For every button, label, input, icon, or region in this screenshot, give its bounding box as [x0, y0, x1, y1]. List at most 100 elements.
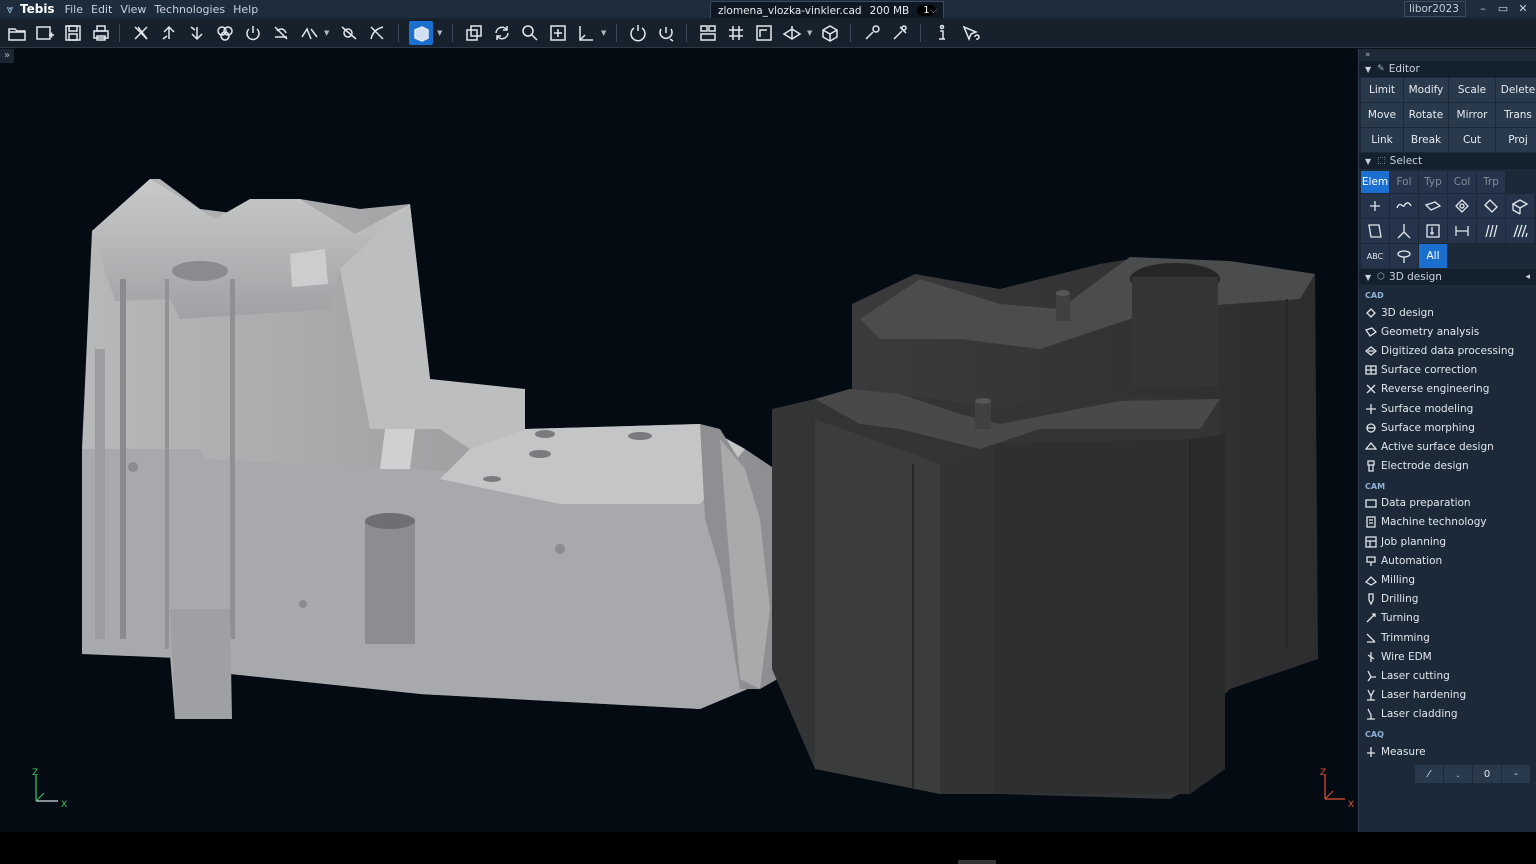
open-file-icon[interactable]	[5, 21, 29, 45]
power-icon[interactable]	[241, 21, 265, 45]
keypad-fraction[interactable]: ⁄	[1415, 765, 1443, 783]
hide-icon[interactable]	[269, 21, 293, 45]
menu-item-electrode-design[interactable]: Electrode design	[1359, 457, 1536, 476]
move-button[interactable]: Move	[1361, 103, 1403, 127]
keypad-zero[interactable]: 0	[1473, 765, 1501, 783]
menu-help[interactable]: Help	[233, 3, 258, 16]
axis-select-icon[interactable]	[1390, 219, 1418, 243]
expand-left-icon[interactable]: »	[0, 49, 14, 63]
filter-icon[interactable]	[337, 21, 361, 45]
minimize-button[interactable]: –	[1474, 1, 1492, 17]
fit-view-icon[interactable]	[546, 21, 570, 45]
dimension-select-icon[interactable]	[1448, 219, 1476, 243]
measure-tool-icon[interactable]	[888, 21, 912, 45]
mirror-button[interactable]: Mirror	[1449, 103, 1495, 127]
layers-icon[interactable]	[213, 21, 237, 45]
menu-item-turning[interactable]: Turning	[1359, 609, 1536, 628]
editor-header[interactable]: ▼ ✎ Editor	[1359, 61, 1536, 77]
limit-button[interactable]: Limit	[1361, 78, 1403, 102]
menu-item-active-surface-design[interactable]: Active surface design	[1359, 437, 1536, 456]
keypad-minus[interactable]: -	[1502, 765, 1530, 783]
frame-icon[interactable]	[752, 21, 776, 45]
menu-item-job-planning[interactable]: Job planning	[1359, 532, 1536, 551]
design-header[interactable]: ▼ ⬡ 3D design ◂	[1359, 269, 1536, 285]
menu-item-reverse-engineering[interactable]: Reverse engineering	[1359, 380, 1536, 399]
tab-fol[interactable]: Fol	[1390, 171, 1418, 193]
lasso-select-icon[interactable]	[1390, 244, 1418, 268]
proj-button[interactable]: Proj	[1496, 128, 1536, 152]
rotate-icon[interactable]	[626, 21, 650, 45]
undo-icon[interactable]	[157, 21, 181, 45]
menu-item-geometry-analysis[interactable]: Geometry analysis	[1359, 322, 1536, 341]
user-selector[interactable]: libor2023 ⌵	[1404, 1, 1466, 28]
refresh-icon[interactable]	[490, 21, 514, 45]
pick-filter-icon[interactable]	[365, 21, 389, 45]
menu-item-laser-hardening[interactable]: Laser hardening	[1359, 686, 1536, 705]
info-icon[interactable]	[930, 21, 954, 45]
file-tab[interactable]: zlomena_vlozka-vinkler.cad 200 MB 1 ⌵	[710, 1, 944, 19]
plane-icon[interactable]	[780, 21, 804, 45]
point-select-icon[interactable]	[1361, 194, 1389, 218]
menu-item-trimming[interactable]: Trimming	[1359, 628, 1536, 647]
frame-select-icon[interactable]	[1419, 219, 1447, 243]
box-view-icon[interactable]	[818, 21, 842, 45]
grid-icon[interactable]	[724, 21, 748, 45]
cut-button[interactable]: Cut	[1449, 128, 1495, 152]
menu-item-3d-design[interactable]: 3D design	[1359, 303, 1536, 322]
light-part-model[interactable]	[82, 179, 795, 719]
help-pointer-icon[interactable]	[958, 21, 982, 45]
3d-viewport[interactable]: Z X Z X »	[0, 49, 1357, 832]
scale-button[interactable]: Scale	[1449, 78, 1495, 102]
menu-item-surface-modeling[interactable]: Surface modeling	[1359, 399, 1536, 418]
redo-icon[interactable]	[185, 21, 209, 45]
menu-item-surface-morphing[interactable]: Surface morphing	[1359, 418, 1536, 437]
dark-part-model[interactable]	[772, 257, 1318, 799]
restore-button[interactable]: ▭	[1494, 1, 1512, 17]
select-header[interactable]: ▼ ⬚ Select	[1359, 153, 1536, 169]
keypad-dot[interactable]: .	[1444, 765, 1472, 783]
menu-view[interactable]: View	[120, 3, 146, 16]
menu-edit[interactable]: Edit	[91, 3, 112, 16]
menu-item-machine-technology[interactable]: Machine technology	[1359, 513, 1536, 532]
menu-item-measure[interactable]: Measure	[1359, 742, 1536, 761]
menu-item-digitized-data[interactable]: Digitized data processing	[1359, 341, 1536, 360]
menu-item-surface-correction[interactable]: Surface correction	[1359, 361, 1536, 380]
rotate-axis-icon[interactable]	[654, 21, 678, 45]
menu-item-laser-cutting[interactable]: Laser cutting	[1359, 666, 1536, 685]
surface-select-icon[interactable]	[1419, 194, 1447, 218]
tab-trp[interactable]: Trp	[1477, 171, 1505, 193]
tab-typ[interactable]: Typ	[1419, 171, 1447, 193]
curve-select-icon[interactable]	[1390, 194, 1418, 218]
menu-item-automation[interactable]: Automation	[1359, 551, 1536, 570]
axis-icon[interactable]	[574, 21, 598, 45]
chevron-down-icon[interactable]: ⌵	[930, 6, 937, 16]
shaded-view-icon[interactable]	[409, 21, 433, 45]
settings-icon[interactable]	[860, 21, 884, 45]
plane-select-icon[interactable]	[1361, 219, 1389, 243]
text-select-button[interactable]: ABC	[1361, 244, 1389, 268]
menu-item-wire-edm[interactable]: Wire EDM	[1359, 647, 1536, 666]
trans-button[interactable]: Trans	[1496, 103, 1536, 127]
tab-col[interactable]: Col	[1448, 171, 1476, 193]
menu-item-milling[interactable]: Milling	[1359, 570, 1536, 589]
rotate-button[interactable]: Rotate	[1404, 103, 1448, 127]
save-icon[interactable]	[61, 21, 85, 45]
menu-item-data-preparation[interactable]: Data preparation	[1359, 494, 1536, 513]
menu-item-drilling[interactable]: Drilling	[1359, 590, 1536, 609]
tab-elem[interactable]: Elem	[1361, 171, 1389, 193]
break-button[interactable]: Break	[1404, 128, 1448, 152]
text-select-icon[interactable]	[297, 21, 321, 45]
solid-select-icon[interactable]	[1477, 194, 1505, 218]
menu-item-laser-cladding[interactable]: Laser cladding	[1359, 705, 1536, 724]
face-select-icon[interactable]	[1448, 194, 1476, 218]
collapse-panel-icon[interactable]: »	[1359, 49, 1536, 61]
new-window-icon[interactable]	[33, 21, 57, 45]
copy-view-icon[interactable]	[462, 21, 486, 45]
zoom-icon[interactable]	[518, 21, 542, 45]
delete-icon[interactable]	[129, 21, 153, 45]
delete-button[interactable]: Delete	[1496, 78, 1536, 102]
link-button[interactable]: Link	[1361, 128, 1403, 152]
close-button[interactable]: ✕	[1514, 1, 1532, 17]
chevron-left-icon[interactable]: ◂	[1525, 272, 1530, 282]
select-all-button[interactable]: All	[1419, 244, 1447, 268]
